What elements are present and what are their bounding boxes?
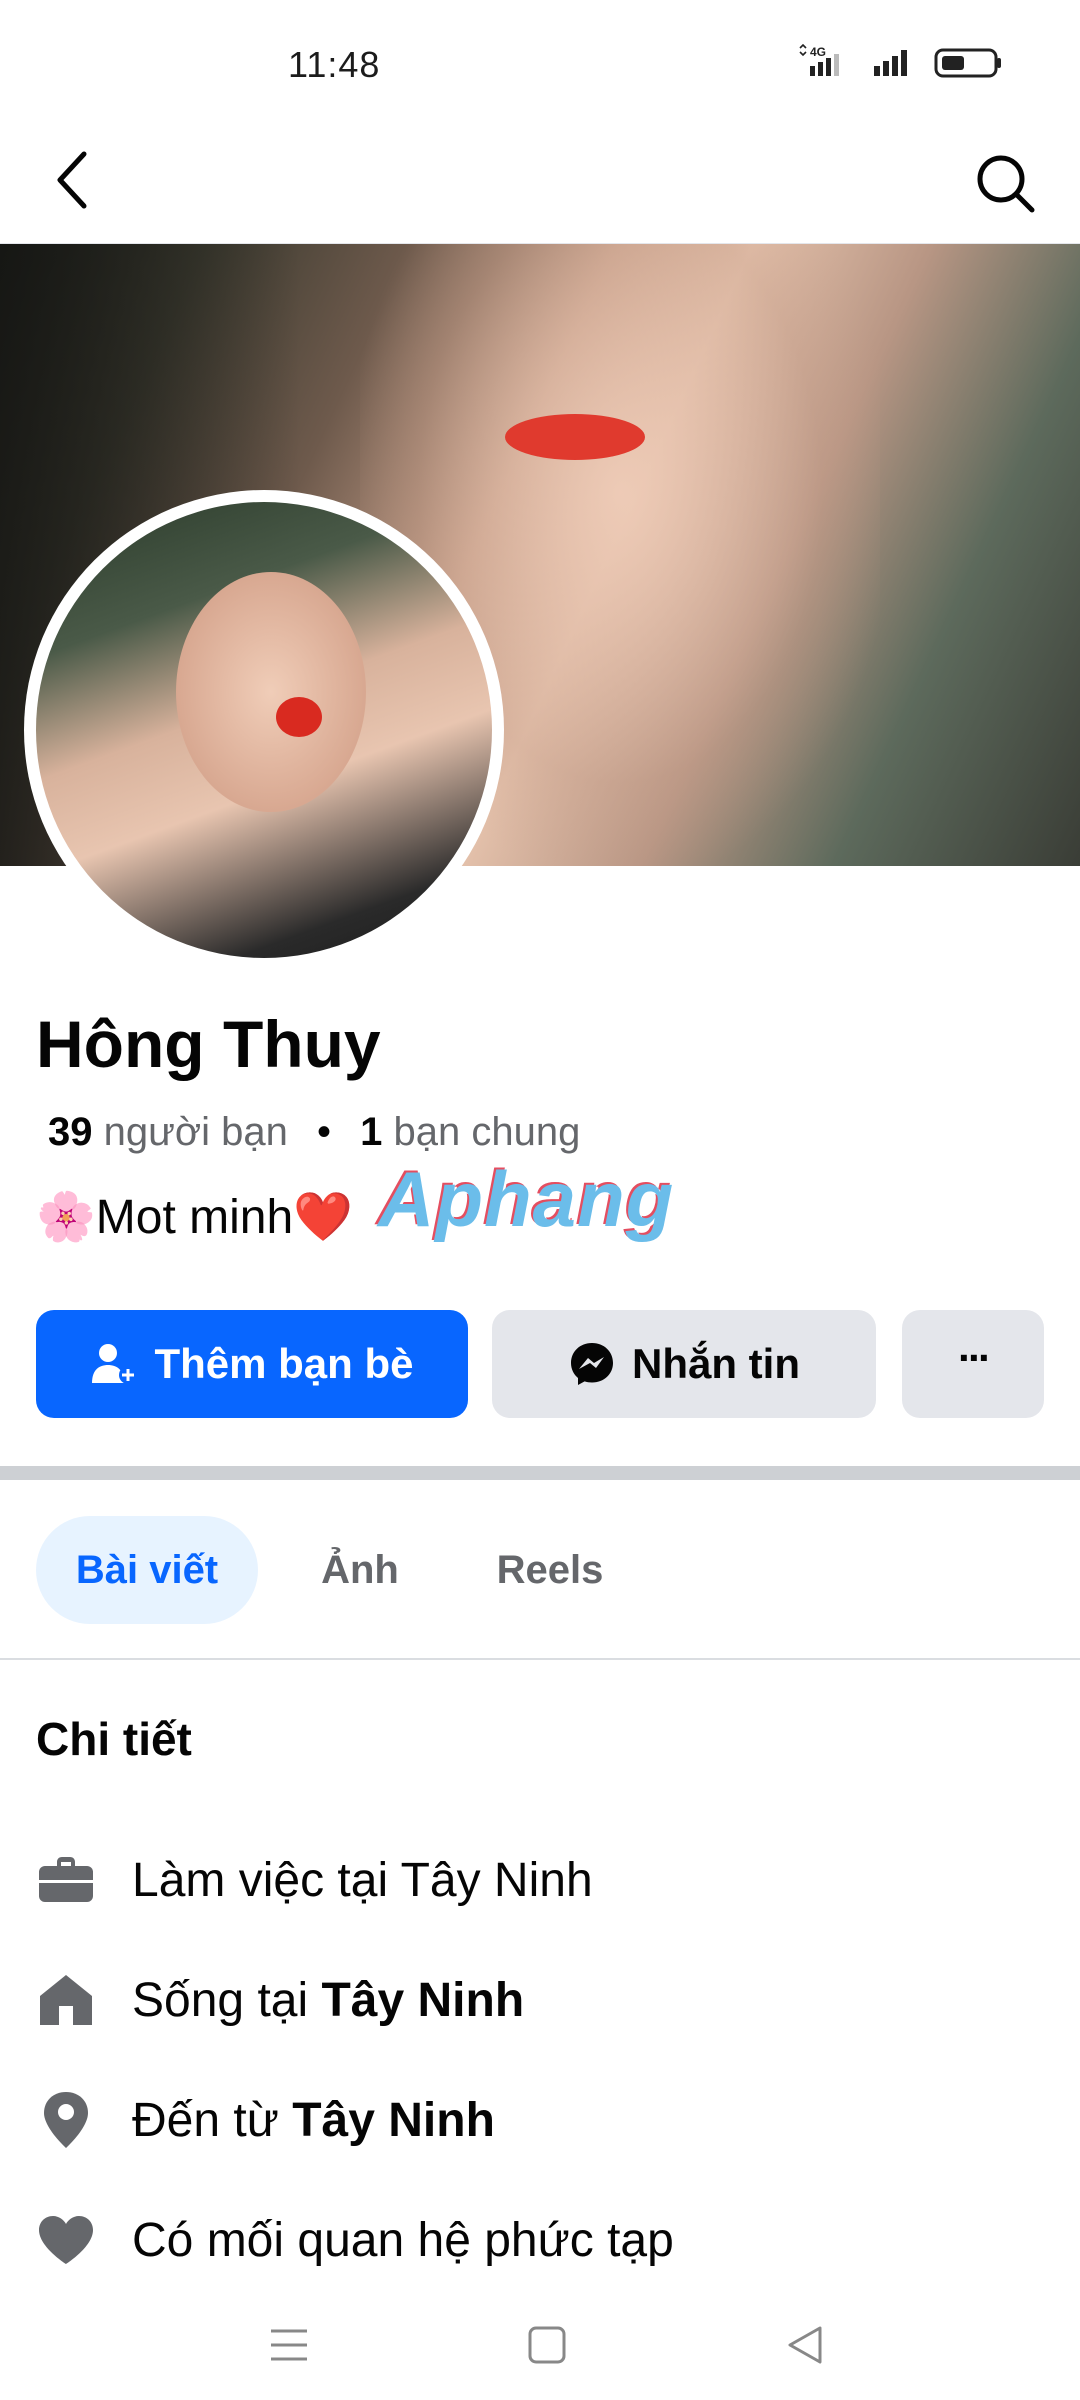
detail-lives-text: Sống tại (132, 1973, 322, 2027)
message-button[interactable]: Nhắn tin (492, 1310, 876, 1418)
add-friend-button[interactable]: Thêm bạn bè (36, 1310, 468, 1418)
separator-dot: • (317, 1110, 332, 1154)
network-4g-icon: 4G (799, 44, 839, 76)
tab-photos[interactable]: Ảnh (300, 1516, 420, 1624)
menu-icon (271, 2329, 307, 2361)
add-friend-label: Thêm bạn bè (154, 1340, 414, 1387)
status-icons: 4G (796, 44, 1004, 80)
more-icon: ··· (958, 1334, 992, 1381)
friends-count: 39 (48, 1110, 93, 1154)
detail-from-place[interactable]: Tây Ninh (292, 2094, 495, 2147)
tab-reels[interactable]: Reels (470, 1516, 630, 1624)
recent-apps-button[interactable] (254, 2310, 324, 2380)
location-pin-icon (44, 2092, 88, 2148)
watermark-logo: Aphang (378, 1155, 675, 1243)
detail-relationship-text: Có mối quan hệ phức tạp (132, 2213, 674, 2267)
detail-work[interactable]: Làm việc tại Tây Ninh (36, 1840, 1046, 1920)
detail-lives-place[interactable]: Tây Ninh (321, 1974, 524, 2027)
mutual-count: 1 (360, 1110, 383, 1154)
avatar-photo (36, 502, 492, 958)
heart-emoji: ❤️ (293, 1191, 353, 1244)
status-time: 11:48 (288, 44, 381, 85)
mutual-label: bạn chung (393, 1110, 581, 1154)
back-nav-button[interactable] (770, 2310, 840, 2380)
search-icon (977, 155, 1035, 213)
tab-posts[interactable]: Bài viết (36, 1516, 258, 1624)
profile-tabs: Bài viết Ảnh Reels (0, 1480, 1080, 1660)
profile-avatar[interactable] (24, 490, 504, 970)
detail-lives[interactable]: Sống tại Tây Ninh (36, 1960, 1046, 2040)
friends-summary[interactable]: 39 người bạn • 1 bạn chung (48, 1110, 580, 1155)
detail-from-text: Đến từ (132, 2093, 293, 2147)
signal-icon (874, 50, 907, 76)
battery-icon (934, 48, 1001, 78)
square-home-icon (528, 2326, 566, 2364)
heart-icon (39, 2216, 93, 2264)
message-label: Nhắn tin (632, 1340, 800, 1387)
triangle-back-icon (788, 2326, 822, 2364)
system-nav-bar (0, 2290, 1080, 2400)
svg-text:4G: 4G (810, 45, 826, 59)
details-title: Chi tiết (36, 1713, 192, 1765)
status-bar: 11:48 4G (0, 0, 1080, 120)
home-icon (40, 1975, 92, 2025)
search-button[interactable] (970, 148, 1040, 218)
bio-text: Mot minh (95, 1191, 294, 1244)
friends-label: người bạn (103, 1110, 288, 1154)
detail-from[interactable]: Đến từ Tây Ninh (36, 2080, 1046, 2160)
back-button[interactable] (40, 148, 104, 212)
top-nav (0, 122, 1080, 244)
messenger-icon (571, 1343, 613, 1385)
detail-work-text: Làm việc tại Tây Ninh (132, 1853, 593, 1907)
detail-relationship[interactable]: Có mối quan hệ phức tạp (36, 2200, 1046, 2280)
briefcase-icon (39, 1857, 93, 1902)
flower-emoji: 🌸 (36, 1191, 96, 1244)
section-divider (0, 1466, 1080, 1480)
home-button[interactable] (512, 2310, 582, 2380)
chevron-left-icon (57, 151, 87, 209)
profile-name: Hông Thuy (36, 1007, 381, 1081)
profile-bio: 🌸Mot minh❤️ (36, 1188, 353, 1245)
add-person-icon (92, 1344, 138, 1384)
more-options-button[interactable]: ··· (902, 1310, 1044, 1418)
